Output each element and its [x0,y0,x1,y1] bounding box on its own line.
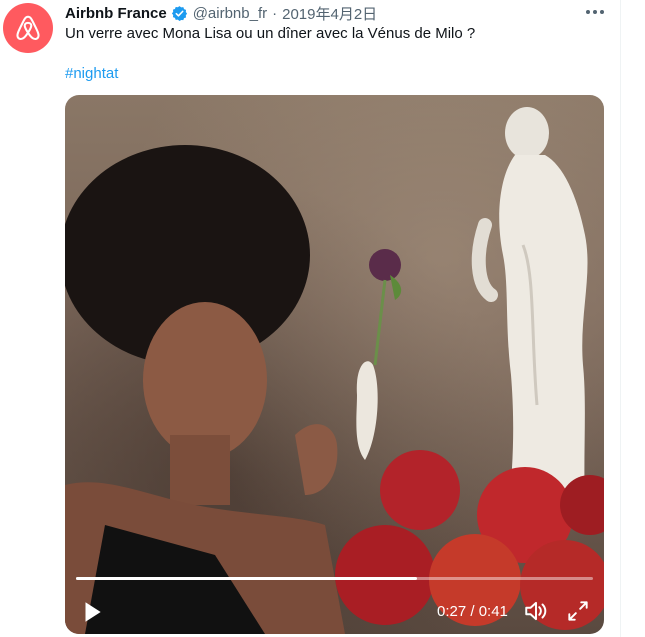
author-name[interactable]: Airbnb France [65,5,167,22]
volume-icon[interactable] [523,598,549,624]
avatar[interactable] [3,3,53,53]
video-progress-bar[interactable] [76,577,593,580]
more-button[interactable] [583,2,607,22]
video-progress-fill [76,577,418,580]
video-time: 0:27 / 0:41 [437,603,508,620]
author-handle[interactable]: @airbnb_fr [193,5,267,22]
more-icon [586,10,604,14]
tweet-header: Airbnb France @airbnb_fr · 2019年4月2日 [65,3,377,23]
separator: · [272,4,278,22]
hashtag-link[interactable]: #nightat [65,64,118,84]
airbnb-logo-icon [16,15,40,41]
video-player[interactable]: 0:27 / 0:41 [65,95,604,634]
tweet-text: Un verre avec Mona Lisa ou un dîner avec… [65,25,476,42]
play-icon[interactable] [79,599,105,625]
verified-badge-icon [171,5,187,21]
tweet-date[interactable]: 2019年4月2日 [282,3,377,24]
fullscreen-icon[interactable] [565,598,591,624]
timeline-border [620,0,621,637]
